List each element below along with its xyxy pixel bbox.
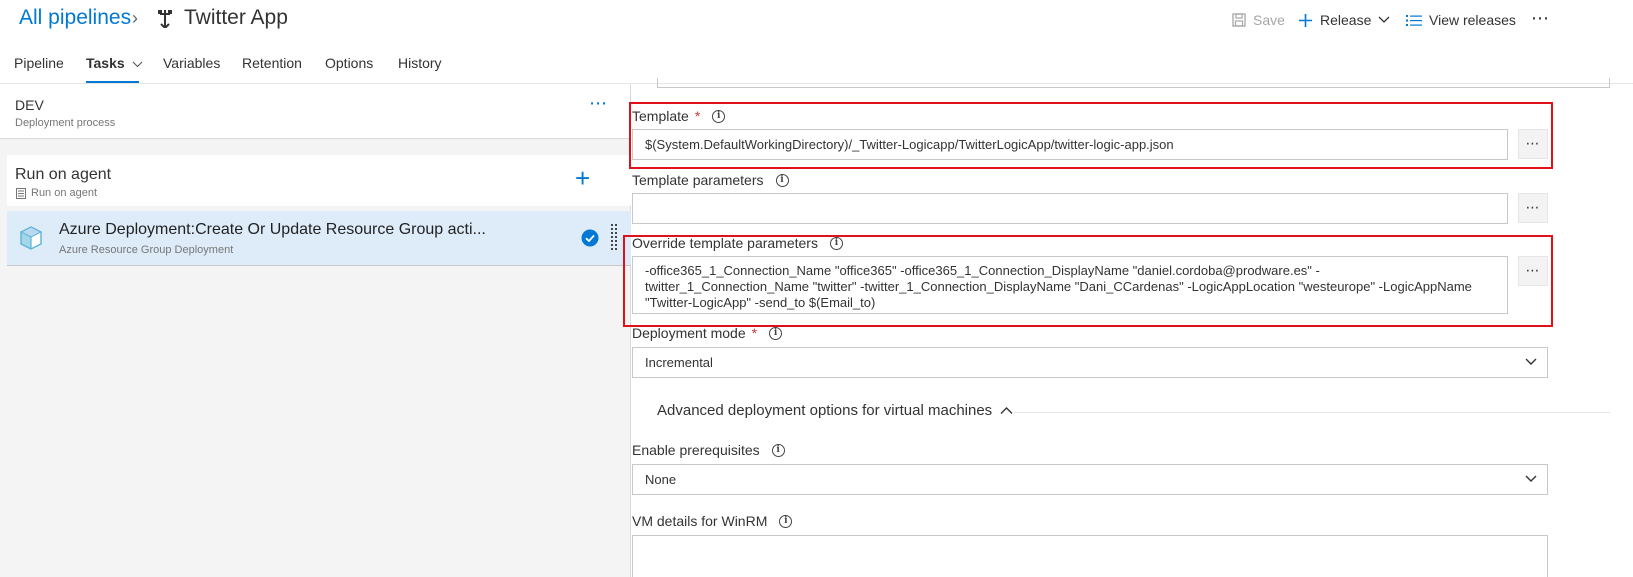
info-icon[interactable]: i (779, 514, 793, 528)
template-input[interactable]: $(System.DefaultWorkingDirectory)/_Twitt… (632, 129, 1508, 160)
info-icon[interactable]: i (712, 109, 726, 123)
tab-tasks-label: Tasks (86, 55, 125, 71)
section-divider (1014, 412, 1610, 413)
chevron-down-icon (132, 61, 142, 68)
advanced-section-title: Advanced deployment options for virtual … (657, 402, 993, 419)
template-label: Template * i (632, 108, 726, 124)
enable-prereq-label-text: Enable prerequisites (632, 442, 760, 458)
view-releases-label: View releases (1429, 12, 1516, 28)
check-circle-icon (581, 229, 599, 247)
template-params-label: Template parameters i (632, 172, 789, 188)
tab-retention[interactable]: Retention (242, 55, 302, 71)
advanced-section-toggle[interactable]: Advanced deployment options for virtual … (657, 402, 1013, 419)
tab-pipeline[interactable]: Pipeline (14, 55, 64, 71)
task-list-pane: DEV Deployment process ⋯ Run on agent Ru… (0, 84, 631, 577)
server-icon (16, 188, 26, 199)
breadcrumb-all-pipelines[interactable]: All pipelines (19, 6, 131, 30)
save-button[interactable]: Save (1232, 12, 1285, 28)
stage-name: DEV (15, 97, 44, 113)
override-line-1: -office365_1_Connection_Name "office365"… (645, 263, 1320, 278)
deployment-mode-select[interactable]: Incremental (632, 347, 1548, 378)
stage-header[interactable]: DEV Deployment process ⋯ (0, 84, 630, 139)
override-params-label: Override template parameters i (632, 235, 843, 251)
task-name: Azure Deployment:Create Or Update Resour… (59, 221, 486, 238)
tab-options[interactable]: Options (325, 55, 373, 71)
chevron-down-icon (1525, 475, 1537, 482)
info-icon[interactable]: i (771, 443, 785, 457)
info-icon[interactable]: i (829, 236, 843, 250)
tab-history[interactable]: History (398, 55, 442, 71)
stage-more-icon[interactable]: ⋯ (589, 93, 608, 114)
template-params-browse-button[interactable]: ⋯ (1518, 193, 1548, 223)
previous-field-bottom[interactable] (657, 78, 1610, 88)
stage-subtitle: Deployment process (15, 117, 116, 129)
required-marker: * (751, 325, 758, 341)
deployment-mode-label: Deployment mode * i (632, 325, 783, 341)
template-params-input[interactable] (632, 193, 1508, 224)
chevron-right-icon: › (132, 8, 138, 28)
agent-job-subtitle: Run on agent (31, 187, 98, 199)
view-releases-button[interactable]: View releases (1406, 12, 1516, 28)
task-subtitle: Azure Resource Group Deployment (59, 244, 234, 256)
task-item-selected[interactable]: Azure Deployment:Create Or Update Resour… (7, 211, 631, 266)
override-line-3: "Twitter-LogicApp" -send_to $(Email_to) (645, 295, 876, 310)
agent-job[interactable]: Run on agent Run on agent + (7, 155, 631, 206)
template-label-text: Template (632, 108, 689, 124)
enable-prereq-value: None (645, 472, 677, 487)
template-params-label-text: Template parameters (632, 172, 764, 188)
vm-winrm-input[interactable] (632, 535, 1548, 577)
enable-prereq-select[interactable]: None (632, 464, 1548, 495)
vm-winrm-label-text: VM details for WinRM (632, 513, 768, 529)
drag-handle-icon[interactable] (611, 224, 617, 252)
page-title: Twitter App (184, 6, 288, 29)
override-params-browse-button[interactable]: ⋯ (1518, 256, 1548, 286)
azure-resource-group-icon (19, 226, 43, 250)
release-label: Release (1320, 12, 1372, 28)
chevron-up-icon (1000, 407, 1013, 414)
override-line-2: twitter_1_Connection_Name "twitter" -twi… (645, 279, 1472, 294)
tab-tasks[interactable]: Tasks (86, 55, 143, 71)
save-icon (1232, 13, 1246, 27)
pipeline-icon (158, 10, 172, 28)
list-icon (1406, 14, 1422, 26)
chevron-down-icon (1525, 358, 1537, 365)
tab-variables[interactable]: Variables (163, 55, 220, 71)
required-marker: * (694, 108, 701, 124)
task-settings-pane: Template * i $(System.DefaultWorkingDirec… (623, 78, 1633, 577)
add-task-icon[interactable]: + (575, 163, 590, 194)
enable-prereq-label: Enable prerequisites i (632, 442, 785, 458)
more-options-icon[interactable]: ⋯ (1531, 8, 1550, 29)
save-label: Save (1253, 12, 1285, 28)
info-icon[interactable]: i (775, 173, 789, 187)
deployment-mode-label-text: Deployment mode (632, 325, 746, 341)
release-button[interactable]: Release (1298, 12, 1390, 28)
plus-icon (1299, 13, 1312, 27)
chevron-down-icon (1378, 16, 1390, 23)
deployment-mode-value: Incremental (645, 355, 713, 370)
vm-winrm-label: VM details for WinRM i (632, 513, 793, 529)
agent-job-name: Run on agent (15, 166, 112, 183)
active-tab-indicator (86, 81, 139, 83)
info-icon[interactable]: i (769, 326, 783, 340)
header: All pipelines › Twitter App Save Release (0, 0, 1633, 42)
override-params-label-text: Override template parameters (632, 235, 818, 251)
template-browse-button[interactable]: ⋯ (1518, 129, 1548, 159)
override-params-textarea[interactable]: -office365_1_Connection_Name "office365"… (632, 256, 1508, 314)
